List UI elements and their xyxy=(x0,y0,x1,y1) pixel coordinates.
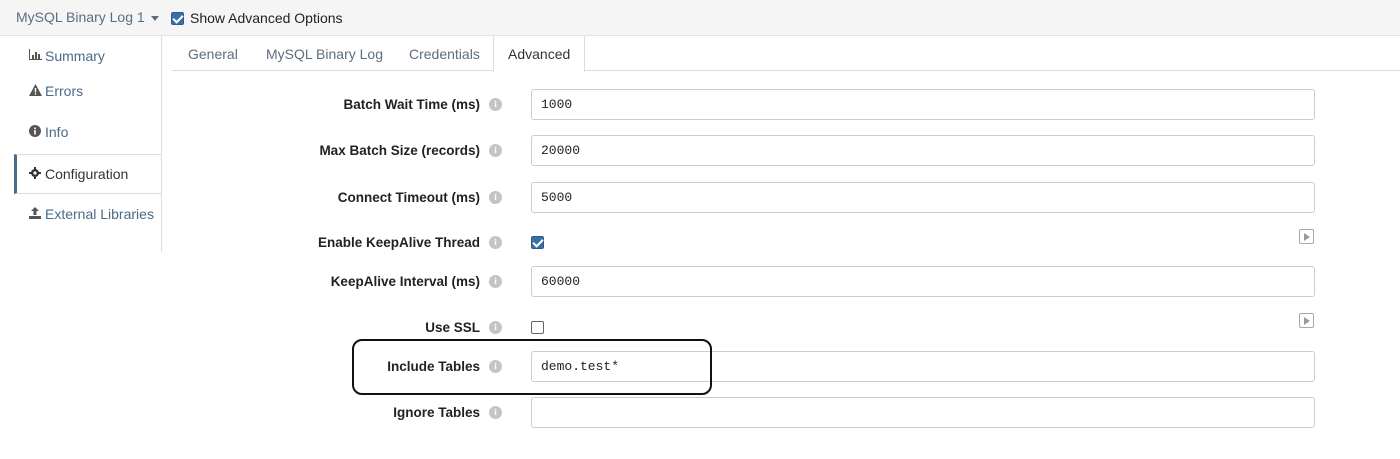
show-advanced-label: Show Advanced Options xyxy=(190,10,343,26)
info-circle-icon xyxy=(28,124,42,140)
info-icon[interactable]: i xyxy=(489,275,502,288)
play-expand-icon[interactable] xyxy=(1299,313,1314,328)
batch-wait-time-input[interactable] xyxy=(531,89,1315,120)
tab-advanced[interactable]: Advanced xyxy=(493,36,586,72)
tab-label: MySQL Binary Log xyxy=(266,45,383,62)
warning-icon xyxy=(28,83,42,99)
info-icon[interactable]: i xyxy=(489,236,502,249)
sidebar-item-label: Errors xyxy=(45,83,84,99)
tab-mysql-binary-log[interactable]: MySQL Binary Log xyxy=(252,36,397,71)
gear-icon xyxy=(28,166,42,182)
stage-selector-dropdown[interactable]: MySQL Binary Log 1 xyxy=(16,9,159,25)
connect-timeout-input[interactable] xyxy=(531,182,1315,213)
tab-label: General xyxy=(188,45,238,62)
show-advanced-checkbox[interactable] xyxy=(171,11,184,25)
batch-wait-time-label: Batch Wait Time (ms) xyxy=(343,97,480,112)
connect-timeout-label: Connect Timeout (ms) xyxy=(337,190,480,205)
show-advanced-toggle[interactable]: Show Advanced Options xyxy=(171,10,343,26)
enable-keepalive-label: Enable KeepAlive Thread xyxy=(317,235,480,250)
info-icon[interactable]: i xyxy=(489,144,502,157)
info-icon[interactable]: i xyxy=(489,98,502,111)
play-expand-icon[interactable] xyxy=(1299,229,1314,244)
keepalive-interval-label: KeepAlive Interval (ms) xyxy=(330,274,480,289)
include-tables-input[interactable] xyxy=(531,351,1315,382)
sidebar-item-info[interactable]: Info xyxy=(14,112,161,152)
ignore-tables-input[interactable] xyxy=(531,397,1315,428)
sidebar-item-errors[interactable]: Errors xyxy=(14,71,161,111)
enable-keepalive-checkbox[interactable] xyxy=(531,236,544,249)
bar-chart-icon xyxy=(28,49,42,63)
include-tables-label: Include Tables xyxy=(387,359,480,374)
sidebar-item-summary[interactable]: Summary xyxy=(14,36,161,76)
info-icon[interactable]: i xyxy=(489,321,502,334)
sidebar-item-configuration[interactable]: Configuration xyxy=(14,154,161,194)
config-tabs: General MySQL Binary Log Credentials Adv… xyxy=(172,36,1400,72)
tab-label: Credentials xyxy=(409,45,480,62)
tab-label: Advanced xyxy=(508,46,571,62)
top-bar: MySQL Binary Log 1 Show Advanced Options xyxy=(0,0,1400,36)
use-ssl-label: Use SSL xyxy=(425,320,480,335)
max-batch-size-input[interactable] xyxy=(531,135,1315,166)
tab-general[interactable]: General xyxy=(174,36,252,71)
sidebar-item-label: Configuration xyxy=(45,166,129,182)
tab-credentials[interactable]: Credentials xyxy=(395,36,494,71)
sidebar-item-label: Info xyxy=(45,124,69,140)
sidebar-item-external-libraries[interactable]: External Libraries xyxy=(14,194,161,234)
info-icon[interactable]: i xyxy=(489,191,502,204)
info-icon[interactable]: i xyxy=(489,406,502,419)
caret-down-icon xyxy=(150,15,159,21)
keepalive-interval-input[interactable] xyxy=(531,266,1315,297)
sidebar-item-label: Summary xyxy=(45,48,105,64)
upload-icon xyxy=(28,206,42,222)
use-ssl-checkbox[interactable] xyxy=(531,321,544,334)
sidebar-item-label: External Libraries xyxy=(45,206,154,222)
stage-selector-label: MySQL Binary Log 1 xyxy=(16,9,145,25)
max-batch-size-label: Max Batch Size (records) xyxy=(319,143,480,158)
sidebar-nav: Summary Errors Info Configuration Extern… xyxy=(0,36,162,252)
info-icon[interactable]: i xyxy=(489,360,502,373)
ignore-tables-label: Ignore Tables xyxy=(393,405,480,420)
